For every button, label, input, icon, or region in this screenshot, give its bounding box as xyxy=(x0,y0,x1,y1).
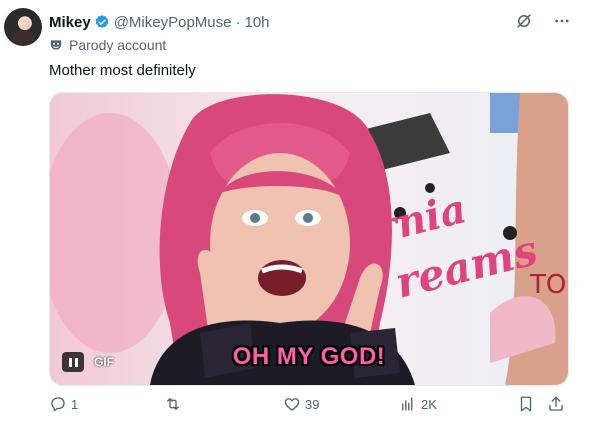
background-text-3: TO xyxy=(529,270,566,300)
post-text: Mother most definitely xyxy=(49,62,196,79)
reply-count: 1 xyxy=(71,396,79,412)
parody-label: Parody account xyxy=(49,37,166,53)
parody-text: Parody account xyxy=(69,37,167,53)
handle[interactable]: @MikeyPopMuse xyxy=(114,14,232,31)
like-button[interactable]: 39 xyxy=(283,395,319,413)
repost-button[interactable] xyxy=(164,395,186,413)
mask-icon xyxy=(50,40,62,50)
views-count: 2K xyxy=(421,396,437,412)
gif-frame: rnia reams TO xyxy=(50,93,568,385)
grok-icon[interactable] xyxy=(513,10,535,32)
share-icon xyxy=(549,396,563,411)
repost-icon xyxy=(167,398,179,410)
more-icon[interactable] xyxy=(551,10,573,32)
separator: · xyxy=(235,13,241,31)
views-button[interactable]: 2K xyxy=(399,395,437,413)
display-name[interactable]: Mikey xyxy=(49,14,91,31)
share-button[interactable] xyxy=(547,395,565,413)
header-actions xyxy=(513,10,573,32)
like-count: 39 xyxy=(305,396,320,412)
bookmark-icon xyxy=(520,396,532,412)
gif-media[interactable]: rnia reams TO GIF OH MY GOD! xyxy=(49,92,569,386)
verified-badge-icon xyxy=(95,15,109,29)
avatar[interactable] xyxy=(4,8,42,46)
reply-icon xyxy=(51,397,65,412)
reply-button[interactable]: 1 xyxy=(49,395,78,413)
post: Mikey @MikeyPopMuse · 10h Parody account… xyxy=(0,0,597,436)
post-header: Mikey @MikeyPopMuse · 10h xyxy=(49,12,270,32)
views-icon xyxy=(402,397,413,411)
gif-caption: OH MY GOD! xyxy=(232,343,386,370)
timestamp[interactable]: 10h xyxy=(244,14,269,31)
bookmark-button[interactable] xyxy=(517,395,535,413)
post-actions: 1 39 2K xyxy=(49,395,569,419)
heart-icon xyxy=(284,398,300,411)
